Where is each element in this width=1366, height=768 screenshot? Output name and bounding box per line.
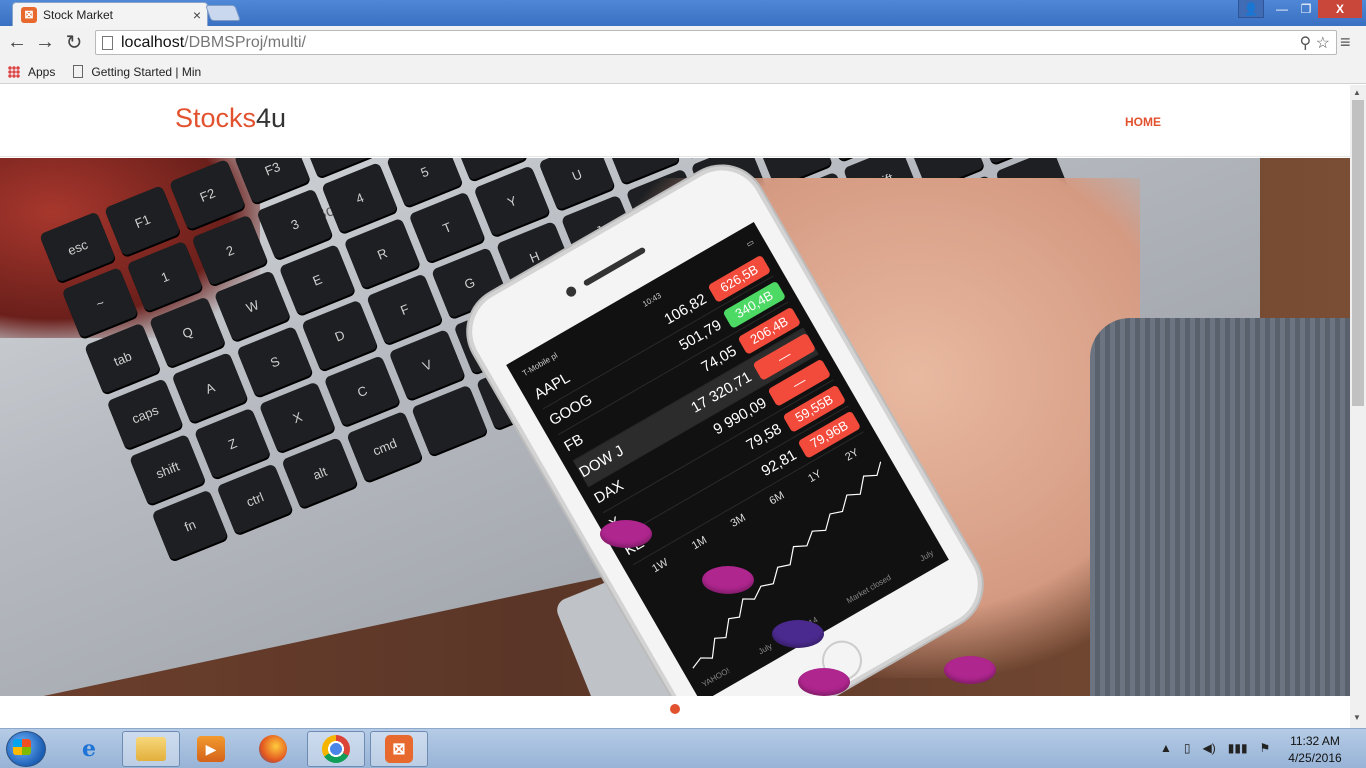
url-host: localhost bbox=[121, 33, 185, 51]
forward-arrow-icon[interactable]: → bbox=[33, 30, 57, 54]
internet-explorer-icon[interactable]: e bbox=[60, 731, 118, 767]
windows-taskbar: e ▶ ⊠ ▲ ▯ ◀) ▮▮▮ ⚑ 11:32 AM 4/25/2016 bbox=[0, 728, 1366, 768]
sweater-image bbox=[1090, 318, 1350, 696]
chrome-icon[interactable] bbox=[307, 731, 365, 767]
url-path: /DBMSProj/multi/ bbox=[184, 33, 306, 51]
minimize-button[interactable]: — bbox=[1270, 0, 1294, 18]
tab-close-icon[interactable]: × bbox=[187, 7, 207, 23]
xampp-icon[interactable]: ⊠ bbox=[370, 731, 428, 767]
browser-toolbar: ← → ↻ localhost/DBMSProj/multi/ ⚲ ☆ ≡ bbox=[0, 26, 1366, 60]
back-arrow-icon[interactable]: ← bbox=[5, 30, 29, 54]
star-icon[interactable]: ☆ bbox=[1316, 35, 1330, 52]
browser-tab[interactable]: ⊠ Stock Market × bbox=[12, 2, 208, 26]
tab-title: Stock Market bbox=[43, 7, 114, 22]
nav-home-link[interactable]: HOME bbox=[1125, 115, 1161, 129]
fingernail-1 bbox=[600, 520, 652, 548]
xampp-favicon-icon: ⊠ bbox=[21, 6, 37, 23]
bookmark-getting-started[interactable]: Getting Started | Min bbox=[91, 65, 201, 79]
fingernail-5 bbox=[944, 656, 996, 684]
system-tray: ▲ ▯ ◀) ▮▮▮ ⚑ bbox=[1160, 741, 1270, 755]
taskbar-clock[interactable]: 11:32 AM 4/25/2016 bbox=[1280, 733, 1350, 767]
menu-icon[interactable]: ≡ bbox=[1340, 32, 1351, 53]
keyboard-key: alt bbox=[281, 437, 359, 509]
new-tab-button[interactable] bbox=[205, 5, 241, 21]
zoom-icon[interactable]: ⚲ bbox=[1299, 35, 1311, 52]
maximize-button[interactable]: ❐ bbox=[1294, 0, 1318, 18]
battery-icon[interactable]: ▯ bbox=[1184, 741, 1191, 755]
address-bar[interactable]: localhost/DBMSProj/multi/ ⚲ ☆ bbox=[95, 30, 1337, 55]
hero-carousel-image: MacBook Air escF1F2F3F4F5F6F7F8F9F10F11F… bbox=[0, 158, 1350, 696]
browser-titlebar: ⊠ Stock Market × 👤 — ❐ X bbox=[0, 0, 1366, 26]
keyboard-key: cmd bbox=[346, 410, 424, 483]
close-button[interactable]: X bbox=[1318, 0, 1362, 18]
fingernail-3 bbox=[772, 620, 824, 648]
scroll-thumb[interactable] bbox=[1352, 100, 1364, 406]
scroll-down-arrow-icon[interactable]: ▼ bbox=[1353, 713, 1361, 722]
user-profile-icon[interactable]: 👤 bbox=[1238, 0, 1264, 18]
volume-icon[interactable]: ◀) bbox=[1203, 741, 1216, 755]
keyboard-key: ctrl bbox=[216, 463, 294, 535]
clock-time: 11:32 AM bbox=[1290, 734, 1340, 748]
bookmarks-bar: Apps Getting Started | Min bbox=[0, 60, 1366, 84]
action-center-flag-icon[interactable]: ⚑ bbox=[1260, 741, 1271, 755]
network-icon[interactable]: ▮▮▮ bbox=[1228, 741, 1248, 755]
chart-range-tab: 1Y bbox=[806, 467, 824, 486]
scroll-up-arrow-icon[interactable]: ▲ bbox=[1353, 88, 1361, 97]
carousel-dot-1[interactable] bbox=[670, 704, 680, 714]
bookmark-apps[interactable]: Apps bbox=[28, 65, 55, 79]
windows-logo-icon bbox=[13, 739, 31, 755]
page-viewport: Stocks4u HOME MacBook Air escF1F2F3F4F5F… bbox=[0, 85, 1350, 728]
site-header: Stocks4u HOME bbox=[0, 85, 1350, 157]
firefox-icon[interactable] bbox=[244, 731, 302, 767]
fingernail-2 bbox=[702, 566, 754, 594]
show-hidden-icons-icon[interactable]: ▲ bbox=[1160, 741, 1172, 755]
bookmark-page-icon bbox=[73, 65, 84, 78]
reload-icon[interactable]: ↻ bbox=[62, 30, 86, 54]
fingernail-4 bbox=[798, 668, 850, 696]
keyboard-key bbox=[411, 384, 489, 457]
carousel-indicators bbox=[0, 697, 1350, 721]
page-icon bbox=[102, 35, 113, 50]
file-explorer-icon[interactable] bbox=[122, 731, 180, 767]
clock-date: 4/25/2016 bbox=[1288, 751, 1342, 765]
apps-icon bbox=[8, 65, 20, 78]
site-logo[interactable]: Stocks4u bbox=[175, 103, 286, 134]
media-player-icon[interactable]: ▶ bbox=[182, 731, 240, 767]
chart-range-tab: 2Y bbox=[843, 446, 861, 464]
keyboard-key: fn bbox=[151, 489, 229, 561]
